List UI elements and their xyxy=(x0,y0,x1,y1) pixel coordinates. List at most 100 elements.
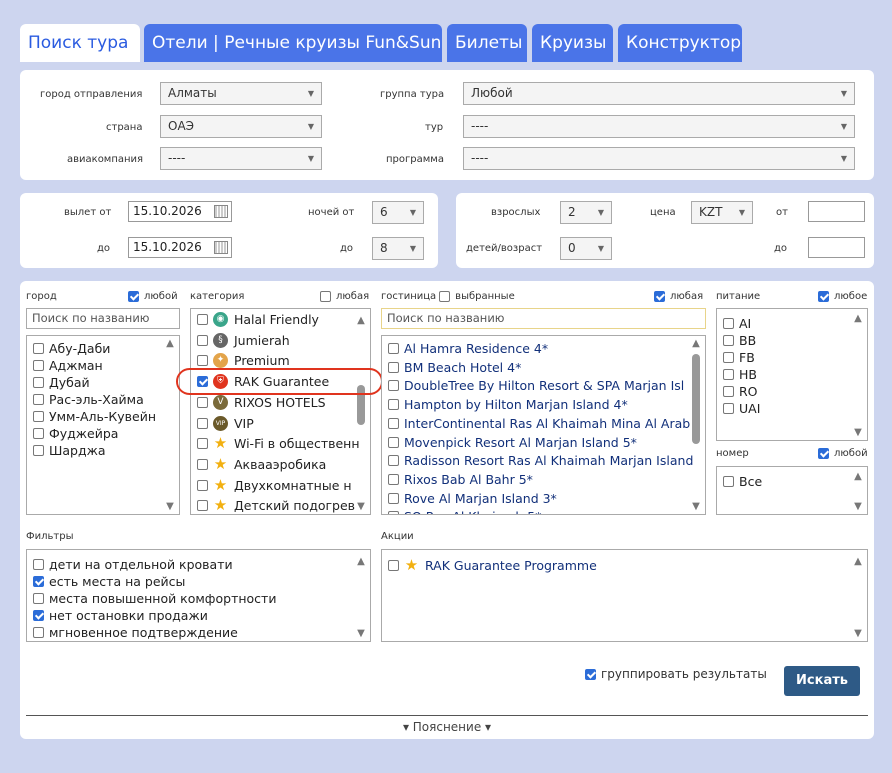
scroll-up-icon[interactable]: ▲ xyxy=(851,471,865,482)
checkbox[interactable] xyxy=(723,386,734,397)
scroll-up-icon[interactable]: ▲ xyxy=(163,338,177,349)
city-item[interactable]: Дубай xyxy=(33,374,90,391)
room-item[interactable]: Все xyxy=(723,473,762,490)
price-to-input[interactable] xyxy=(808,237,865,258)
checkbox[interactable] xyxy=(33,445,44,456)
checkbox[interactable] xyxy=(723,335,734,346)
checkbox[interactable] xyxy=(197,417,208,429)
meal-item[interactable]: UAI xyxy=(723,400,760,417)
hotel-item[interactable]: DoubleTree By Hilton Resort & SPA Marjan… xyxy=(388,377,684,394)
checkbox[interactable] xyxy=(197,334,208,346)
hotel-item[interactable]: Rove Al Marjan Island 3* xyxy=(388,490,557,507)
hotel-item[interactable]: SO Ras Al Khaimah 5* xyxy=(388,508,542,514)
airline-select[interactable]: ---- ▼ xyxy=(160,147,322,170)
hotel-item[interactable]: Movenpick Resort Al Marjan Island 5* xyxy=(388,434,637,451)
scroll-down-icon[interactable]: ▼ xyxy=(851,628,865,639)
checkbox[interactable] xyxy=(388,380,399,392)
program-select[interactable]: ---- ▼ xyxy=(463,147,855,170)
hotel-selected-toggle[interactable] xyxy=(439,291,451,302)
scroll-down-icon[interactable]: ▼ xyxy=(354,501,368,512)
city-item[interactable]: Абу-Даби xyxy=(33,340,110,357)
meal-any-toggle[interactable]: любое xyxy=(818,291,867,302)
checkbox[interactable] xyxy=(33,559,44,570)
category-item[interactable]: VIP VIP xyxy=(197,415,254,432)
checkbox[interactable] xyxy=(723,352,734,363)
checkbox[interactable] xyxy=(388,436,399,448)
scroll-down-icon[interactable]: ▼ xyxy=(163,501,177,512)
explanation-toggle[interactable]: ▾ Пояснение ▾ xyxy=(20,720,874,734)
room-any-toggle[interactable]: любой xyxy=(818,448,868,459)
hotel-any-toggle[interactable]: любая xyxy=(654,291,703,302)
checkbox[interactable] xyxy=(33,428,44,439)
scroll-up-icon[interactable]: ▲ xyxy=(851,556,865,567)
depart-to-input[interactable]: 15.10.2026 xyxy=(128,237,232,258)
meal-item[interactable]: RO xyxy=(723,383,758,400)
checkbox[interactable] xyxy=(197,479,208,491)
scroll-down-icon[interactable]: ▼ xyxy=(851,501,865,512)
hotel-search-input[interactable]: Поиск по названию xyxy=(381,308,706,329)
tab-cruises[interactable]: Круизы xyxy=(532,24,613,62)
tab-constructor[interactable]: Конструктор xyxy=(618,24,742,62)
meal-item[interactable]: AI xyxy=(723,315,751,332)
checkbox[interactable] xyxy=(33,343,44,354)
city-any-toggle[interactable]: любой xyxy=(128,291,178,302)
checkbox[interactable] xyxy=(388,511,399,514)
meal-item[interactable]: HB xyxy=(723,366,757,383)
filter-item[interactable]: нет остановки продажи xyxy=(33,607,208,624)
checkbox[interactable] xyxy=(388,343,399,354)
country-select[interactable]: ОАЭ ▼ xyxy=(160,115,322,138)
adults-select[interactable]: 2 ▼ xyxy=(560,201,612,224)
checkbox[interactable] xyxy=(388,473,399,485)
checkbox[interactable] xyxy=(33,377,44,388)
checkbox[interactable] xyxy=(388,455,399,467)
category-item[interactable]: ★ Аквааэробика xyxy=(197,456,326,473)
hotel-item[interactable]: Rixos Bab Al Bahr 5* xyxy=(388,471,533,488)
meal-item[interactable]: BB xyxy=(723,332,756,349)
scroll-down-icon[interactable]: ▼ xyxy=(851,427,865,438)
checkbox[interactable] xyxy=(197,396,208,408)
calendar-icon[interactable] xyxy=(214,241,228,254)
price-from-input[interactable] xyxy=(808,201,865,222)
category-item[interactable]: ✦ Premium xyxy=(197,352,290,369)
city-item[interactable]: Фуджейра xyxy=(33,425,118,442)
category-any-toggle[interactable]: любая xyxy=(320,291,369,302)
meal-item[interactable]: FB xyxy=(723,349,755,366)
checkbox[interactable] xyxy=(33,360,44,371)
category-item[interactable]: ◉ Halal Friendly xyxy=(197,311,319,328)
checkbox[interactable] xyxy=(723,476,734,487)
calendar-icon[interactable] xyxy=(214,205,228,218)
hotel-item[interactable]: Radisson Resort Ras Al Khaimah Marjan Is… xyxy=(388,452,693,469)
checkbox[interactable] xyxy=(197,355,208,367)
checkbox[interactable] xyxy=(388,399,399,411)
city-search-input[interactable]: Поиск по названию xyxy=(26,308,180,329)
currency-select[interactable]: KZT ▼ xyxy=(691,201,753,224)
group-select[interactable]: Любой ▼ xyxy=(463,82,855,105)
hotel-item[interactable]: BM Beach Hotel 4* xyxy=(388,359,521,376)
nights-to-select[interactable]: 8 ▼ xyxy=(372,237,424,260)
checkbox[interactable] xyxy=(723,403,734,414)
checkbox[interactable] xyxy=(33,394,44,405)
checkbox[interactable] xyxy=(197,438,208,450)
tab-tickets[interactable]: Билеты xyxy=(447,24,527,62)
hotel-scrollbar-thumb[interactable] xyxy=(692,354,700,444)
city-item[interactable]: Аджман xyxy=(33,357,103,374)
group-results-toggle[interactable]: группировать результаты xyxy=(585,667,767,681)
checkbox[interactable] xyxy=(197,314,208,325)
city-select[interactable]: Алматы ▼ xyxy=(160,82,322,105)
category-item[interactable]: V RIXOS HOTELS xyxy=(197,394,326,411)
category-item[interactable]: ★ Детский подогрев xyxy=(197,497,355,514)
checkbox[interactable] xyxy=(33,610,44,621)
city-item[interactable]: Умм-Аль-Кувейн xyxy=(33,408,156,425)
checkbox[interactable] xyxy=(197,500,208,512)
scroll-up-icon[interactable]: ▲ xyxy=(851,313,865,324)
checkbox[interactable] xyxy=(388,361,399,373)
depart-from-input[interactable]: 15.10.2026 xyxy=(128,201,232,222)
tab-hotels[interactable]: Отели | Речные круизы Fun&Sun xyxy=(144,24,442,62)
filter-item[interactable]: есть места на рейсы xyxy=(33,573,185,590)
scroll-down-icon[interactable]: ▼ xyxy=(354,628,368,639)
hotel-item[interactable]: Hampton by Hilton Marjan Island 4* xyxy=(388,396,628,413)
checkbox[interactable] xyxy=(388,492,399,504)
category-item[interactable]: ★ Двухкомнатные н xyxy=(197,477,352,494)
hotel-item[interactable]: Al Hamra Residence 4* xyxy=(388,340,548,357)
checkbox[interactable] xyxy=(33,627,44,638)
